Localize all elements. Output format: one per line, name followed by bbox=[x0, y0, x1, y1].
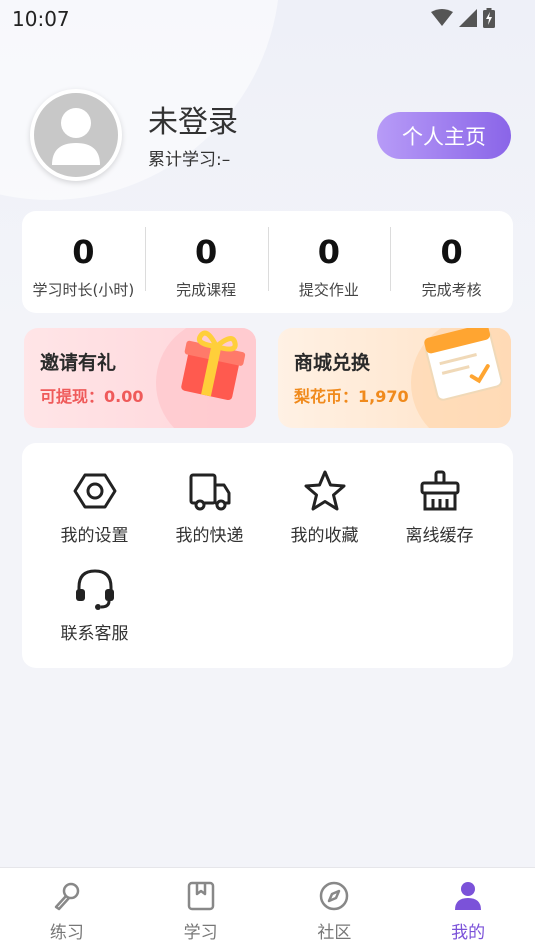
stat-submitted-homework[interactable]: 0 提交作业 bbox=[267, 211, 391, 313]
star-icon bbox=[304, 470, 345, 511]
user-placeholder-icon bbox=[52, 108, 100, 165]
menu-item-express[interactable]: 我的快递 bbox=[152, 469, 267, 546]
stat-label: 完成课程 bbox=[176, 281, 237, 299]
status-icons bbox=[431, 8, 495, 28]
personal-homepage-button[interactable]: 个人主页 bbox=[377, 112, 511, 159]
menu-item-offline-cache[interactable]: 离线缓存 bbox=[382, 469, 497, 546]
compass-icon bbox=[320, 881, 349, 911]
nav-community[interactable]: 社区 bbox=[268, 868, 402, 951]
broom-icon bbox=[420, 470, 459, 511]
status-time: 10:07 bbox=[12, 7, 70, 31]
invite-title: 邀请有礼 bbox=[40, 352, 117, 374]
menu-item-customer-service[interactable]: 联系客服 bbox=[37, 567, 152, 644]
pear-coin-balance: 梨花币：1,970 bbox=[294, 387, 409, 406]
stat-value: 0 bbox=[317, 233, 340, 271]
nav-mine[interactable]: 我的 bbox=[401, 868, 535, 951]
nav-label: 社区 bbox=[317, 923, 352, 943]
battery-icon bbox=[483, 8, 495, 28]
bottom-nav: 练习 学习 社区 我的 bbox=[0, 867, 535, 951]
book-icon bbox=[187, 881, 214, 911]
truck-icon bbox=[189, 473, 230, 511]
stat-label: 提交作业 bbox=[298, 281, 359, 299]
menu-item-settings[interactable]: 我的设置 bbox=[37, 469, 152, 546]
mall-title: 商城兑换 bbox=[294, 352, 371, 374]
nav-label: 练习 bbox=[49, 923, 84, 943]
stat-label: 完成考核 bbox=[421, 281, 482, 299]
stat-study-hours[interactable]: 0 学习时长(小时) bbox=[22, 211, 145, 313]
settings-hexagon-icon bbox=[73, 473, 116, 509]
menu-label: 我的收藏 bbox=[290, 526, 359, 546]
stats-card: 0 学习时长(小时) 0 完成课程 0 提交作业 0 完成考核 bbox=[22, 211, 513, 313]
stat-completed-exams[interactable]: 0 完成考核 bbox=[390, 211, 513, 313]
nav-study[interactable]: 学习 bbox=[134, 868, 268, 951]
mall-exchange-card[interactable]: 商城兑换 梨花币：1,970 bbox=[278, 328, 511, 428]
calendar-icon bbox=[424, 328, 503, 401]
person-icon bbox=[455, 882, 482, 910]
menu-label: 离线缓存 bbox=[405, 526, 474, 546]
menu-label: 我的设置 bbox=[60, 526, 129, 546]
headset-icon bbox=[75, 569, 114, 610]
stat-label: 学习时长(小时) bbox=[32, 281, 135, 299]
study-total: 累计学习:– bbox=[148, 150, 231, 170]
menu-label: 联系客服 bbox=[60, 624, 129, 644]
menu-item-favorites[interactable]: 我的收藏 bbox=[267, 469, 382, 546]
invite-withdrawable: 可提现：0.00 bbox=[40, 387, 144, 406]
invite-reward-card[interactable]: 邀请有礼 可提现：0.00 bbox=[24, 328, 256, 428]
wifi-icon bbox=[431, 9, 453, 26]
nav-label: 学习 bbox=[183, 923, 218, 943]
signal-icon bbox=[459, 9, 477, 27]
stat-value: 0 bbox=[440, 233, 463, 271]
menu-card: 我的设置 我的快递 我的收藏 离线缓存 联系客服 bbox=[22, 443, 513, 668]
nav-label: 我的 bbox=[451, 923, 486, 943]
username[interactable]: 未登录 bbox=[148, 97, 238, 141]
status-bar: 10:07 bbox=[0, 0, 535, 38]
stat-value: 0 bbox=[194, 233, 218, 271]
pen-icon bbox=[54, 882, 80, 911]
menu-label: 我的快递 bbox=[175, 526, 244, 546]
stat-value: 0 bbox=[72, 233, 95, 271]
gift-icon bbox=[181, 330, 246, 401]
avatar[interactable] bbox=[30, 89, 122, 181]
stat-completed-courses[interactable]: 0 完成课程 bbox=[144, 211, 268, 313]
nav-practice[interactable]: 练习 bbox=[0, 868, 134, 951]
